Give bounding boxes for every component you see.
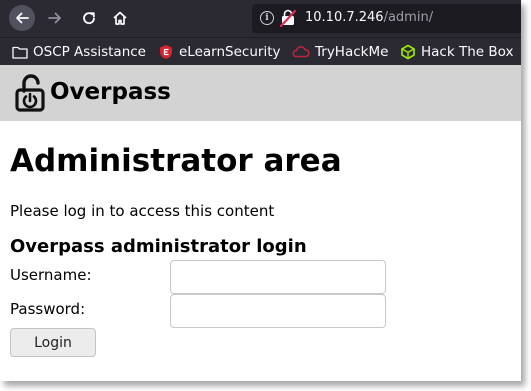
bookmark-hackthebox[interactable]: Hack The Box xyxy=(400,42,513,62)
intro-text: Please log in to access this content xyxy=(10,202,275,220)
tryhackme-icon xyxy=(292,46,310,58)
site-title[interactable]: Overpass xyxy=(50,79,171,105)
back-button[interactable] xyxy=(9,5,35,31)
address-bar[interactable]: i 10.10.7.246/admin/ xyxy=(252,4,521,33)
info-icon[interactable]: i xyxy=(260,11,274,25)
reload-icon xyxy=(83,12,95,25)
url-text[interactable]: 10.10.7.246/admin/ xyxy=(305,10,433,25)
bookmark-label: OSCP Assistance xyxy=(33,44,146,60)
folder-icon xyxy=(12,46,28,59)
unlocked-padlock-icon xyxy=(15,74,45,112)
bookmark-label: eLearnSecurity xyxy=(179,44,281,60)
bookmarks-toolbar: OSCP Assistance eLearnSecurity TryHackMe… xyxy=(0,37,521,65)
elearnsecurity-icon xyxy=(160,45,172,59)
forward-button[interactable] xyxy=(42,5,68,31)
page-title: Administrator area xyxy=(10,143,342,179)
username-field[interactable] xyxy=(170,260,386,294)
home-button[interactable] xyxy=(107,5,133,31)
arrow-left-icon xyxy=(16,12,29,24)
login-button[interactable]: Login xyxy=(10,328,96,357)
bookmark-label: TryHackMe xyxy=(315,44,389,60)
login-form-heading: Overpass administrator login xyxy=(10,236,307,257)
password-field[interactable] xyxy=(170,294,386,328)
bookmark-label: Hack The Box xyxy=(421,44,514,60)
web-page: Overpass Administrator area Please log i… xyxy=(0,65,521,381)
home-icon xyxy=(113,11,127,25)
reload-button[interactable] xyxy=(76,5,102,31)
arrow-right-icon xyxy=(48,12,61,24)
site-header: Overpass xyxy=(0,65,521,121)
url-host: 10.10.7.246 xyxy=(305,10,384,25)
bookmark-tryhackme[interactable]: TryHackMe xyxy=(292,42,388,62)
browser-window: i 10.10.7.246/admin/ OSCP Assistance eLe… xyxy=(0,0,521,381)
insecure-lock-icon[interactable] xyxy=(280,9,296,27)
username-label: Username: xyxy=(10,266,92,284)
browser-toolbar: i 10.10.7.246/admin/ xyxy=(0,0,521,37)
hackthebox-icon xyxy=(401,44,415,60)
password-label: Password: xyxy=(10,300,86,318)
bookmark-oscp-assistance[interactable]: OSCP Assistance xyxy=(12,42,146,62)
bookmark-elearnsecurity[interactable]: eLearnSecurity xyxy=(158,42,280,62)
url-path: /admin/ xyxy=(383,10,434,25)
